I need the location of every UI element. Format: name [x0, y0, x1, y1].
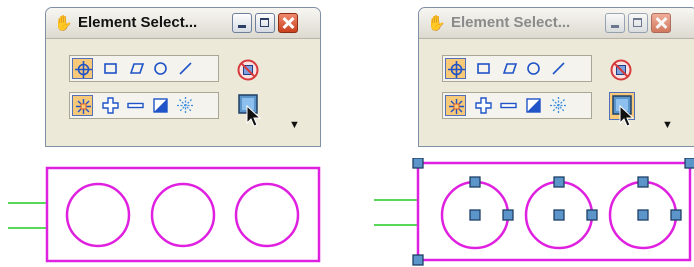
selection-mode-toolbar	[442, 92, 592, 119]
maximize-button[interactable]	[628, 13, 648, 33]
window-title: Element Select...	[78, 14, 198, 31]
hole-circle	[234, 182, 300, 248]
element-selection-window-inactive[interactable]: ✋ Element Select... ▼	[418, 7, 694, 147]
selection-handle[interactable]	[637, 209, 649, 221]
add-to-selection-icon[interactable]	[100, 95, 121, 116]
clear-selection-button[interactable]	[236, 58, 260, 82]
clear-selection-icon[interactable]	[548, 95, 569, 116]
element-selection-window[interactable]: ✋ Element Select... ▼	[45, 7, 321, 147]
maximize-button[interactable]	[255, 13, 275, 33]
selection-handle[interactable]	[469, 176, 481, 188]
selection-handle[interactable]	[553, 176, 565, 188]
circle-select-icon[interactable]	[150, 58, 171, 79]
selection-handle[interactable]	[412, 254, 424, 266]
shape-select-icon[interactable]	[498, 58, 519, 79]
clear-selection-icon[interactable]	[175, 95, 196, 116]
selection-method-toolbar	[69, 55, 219, 82]
selection-handle[interactable]	[412, 158, 424, 169]
invert-selection-icon[interactable]	[523, 95, 544, 116]
selection-handle[interactable]	[586, 209, 598, 221]
selection-handle[interactable]	[670, 209, 682, 221]
hand-icon: ✋	[427, 15, 446, 32]
hole-circle	[150, 182, 216, 248]
selection-handle[interactable]	[502, 209, 514, 221]
arrow-cursor-icon	[619, 105, 635, 127]
element-selection-icon[interactable]	[445, 58, 466, 79]
hole-circle	[65, 182, 131, 248]
element-selection-icon[interactable]	[72, 58, 93, 79]
selection-handle[interactable]	[553, 209, 565, 221]
selection-handle[interactable]	[684, 158, 694, 169]
subtract-from-selection-icon[interactable]	[498, 95, 519, 116]
rectangle-select-icon[interactable]	[100, 58, 121, 79]
clear-selection-button[interactable]	[609, 58, 633, 82]
chevron-down-icon[interactable]: ▼	[662, 119, 673, 131]
minimize-button[interactable]	[232, 13, 252, 33]
line-select-icon[interactable]	[548, 58, 569, 79]
selection-handle[interactable]	[469, 209, 481, 221]
selection-handle[interactable]	[637, 176, 649, 188]
minimize-button[interactable]	[605, 13, 625, 33]
element-unselected[interactable]	[0, 158, 330, 267]
new-selection-icon[interactable]	[445, 95, 466, 116]
title-bar[interactable]: ✋ Element Select...	[419, 8, 694, 39]
window-title: Element Select...	[451, 14, 571, 31]
chevron-down-icon[interactable]: ▼	[289, 119, 300, 131]
invert-selection-icon[interactable]	[150, 95, 171, 116]
arrow-cursor-icon	[246, 105, 262, 127]
subtract-from-selection-icon[interactable]	[125, 95, 146, 116]
selection-mode-toolbar	[69, 92, 219, 119]
rectangle-select-icon[interactable]	[473, 58, 494, 79]
close-button[interactable]	[651, 13, 671, 33]
close-button[interactable]	[278, 13, 298, 33]
add-to-selection-icon[interactable]	[473, 95, 494, 116]
circle-select-icon[interactable]	[523, 58, 544, 79]
shape-select-icon[interactable]	[125, 58, 146, 79]
selection-method-toolbar	[442, 55, 592, 82]
new-selection-icon[interactable]	[72, 95, 93, 116]
hand-icon: ✋	[54, 15, 73, 32]
title-bar[interactable]: ✋ Element Select...	[46, 8, 320, 39]
element-selected[interactable]	[368, 158, 694, 267]
line-select-icon[interactable]	[175, 58, 196, 79]
